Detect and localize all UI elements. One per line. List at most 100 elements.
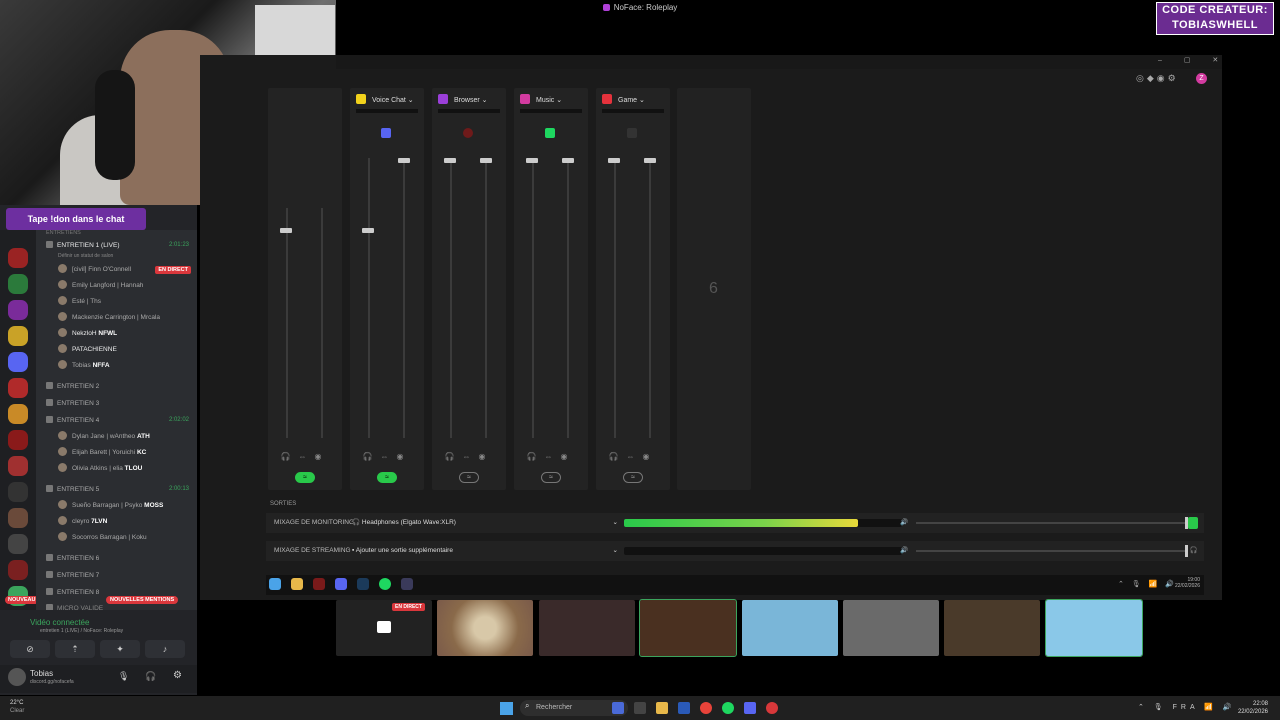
stream-fader[interactable] xyxy=(403,158,405,438)
voice-user[interactable]: [civil] Finn O'Connell xyxy=(58,263,131,277)
server-icon[interactable] xyxy=(8,456,28,476)
screen-share-button[interactable]: ⇡ xyxy=(55,640,95,658)
window-controls[interactable]: – ▢ ✕ xyxy=(1158,56,1228,64)
weather-widget[interactable]: 22°C Clear xyxy=(10,699,24,715)
fader-knob[interactable] xyxy=(608,158,620,163)
camera-off-button[interactable]: ⊘ xyxy=(10,640,50,658)
channel-header[interactable]: Game ⌄ xyxy=(602,94,645,104)
server-icon[interactable] xyxy=(8,326,28,346)
widget-icon[interactable] xyxy=(612,702,624,714)
voice-user[interactable]: cleyro 7LVN xyxy=(58,515,107,529)
channel-entretien-2[interactable]: ENTRETIEN 2 xyxy=(46,380,99,394)
windows-start-icon[interactable] xyxy=(269,578,281,590)
voice-user[interactable]: Sueño Barragan | Psyko MOSS xyxy=(58,499,163,513)
server-icon[interactable] xyxy=(8,430,28,450)
server-icon[interactable] xyxy=(8,560,28,580)
fader-knob[interactable] xyxy=(526,158,538,163)
stream-fader[interactable] xyxy=(649,158,651,438)
fader-knob[interactable] xyxy=(480,158,492,163)
voice-user[interactable]: Dylan Jane | wAntheo ATH xyxy=(58,430,150,444)
chrome-icon[interactable] xyxy=(700,702,712,714)
video-tile[interactable] xyxy=(539,600,635,656)
fader-knob[interactable] xyxy=(644,158,656,163)
channel-entretien-4[interactable]: ENTRETIEN 4 xyxy=(46,414,99,428)
file-explorer-icon[interactable] xyxy=(656,702,668,714)
server-icon[interactable] xyxy=(8,404,28,424)
server-icon[interactable] xyxy=(8,482,28,502)
slider-handle[interactable] xyxy=(1185,545,1188,557)
voice-user[interactable]: Elijah Barett | Yoruichi KC xyxy=(58,446,146,460)
discord-icon[interactable] xyxy=(335,578,347,590)
task-view-icon[interactable] xyxy=(634,702,646,714)
voice-user[interactable]: Esté | Ths xyxy=(58,295,101,309)
microphone-icon[interactable]: 🎙 xyxy=(118,671,129,682)
activities-button[interactable]: ✦ xyxy=(100,640,140,658)
channel-controls[interactable]: 🎧⇔◉ xyxy=(268,452,342,461)
mute-toggle[interactable]: ≈ xyxy=(377,472,397,483)
monitor-device-select[interactable]: 🎧 Headphones (Elgato Wave:XLR) ⌄ xyxy=(352,513,622,533)
channel-entretien-6[interactable]: ENTRETIEN 6 xyxy=(46,552,99,566)
fader-knob[interactable] xyxy=(444,158,456,163)
channel-entretien-3[interactable]: ENTRETIEN 3 xyxy=(46,397,99,411)
voice-user[interactable]: NekzloH NFWL xyxy=(58,327,117,341)
server-icon[interactable] xyxy=(8,300,28,320)
volume-icon[interactable]: 🔊 xyxy=(900,541,908,561)
spotify-icon[interactable] xyxy=(722,702,734,714)
video-tile[interactable] xyxy=(1045,599,1143,657)
voice-channel-label[interactable]: entretien 1 (LIVE) / NoFace: Roleplay xyxy=(40,628,123,634)
monitor-volume-slider[interactable] xyxy=(916,517,1188,529)
file-explorer-icon[interactable] xyxy=(291,578,303,590)
channel-header[interactable]: Voice Chat ⌄ xyxy=(356,94,414,104)
monitor-fader[interactable] xyxy=(368,158,370,438)
server-icon[interactable] xyxy=(8,352,28,372)
mute-toggle[interactable]: ≈ xyxy=(541,472,561,483)
voice-user[interactable]: Tobias NFFA xyxy=(58,359,110,373)
video-tile[interactable] xyxy=(944,600,1040,656)
system-tray[interactable]: ⌃ 🎙 FRA 📶 🔊 xyxy=(1138,703,1236,711)
fader-knob[interactable] xyxy=(398,158,410,163)
avatar[interactable] xyxy=(8,668,26,686)
monitor-fader[interactable] xyxy=(532,158,534,438)
server-icon[interactable] xyxy=(8,534,28,554)
voice-user[interactable]: Olivia Atkins | elia TLOU xyxy=(58,462,142,476)
mute-toggle[interactable]: ≈ xyxy=(623,472,643,483)
channel-controls[interactable]: 🎧⇔◉ xyxy=(514,452,588,461)
stream-volume-slider[interactable] xyxy=(916,545,1188,557)
windows-start-icon[interactable] xyxy=(500,702,513,715)
channel-header[interactable]: Browser ⌄ xyxy=(438,94,488,104)
headphones-icon[interactable]: 🎧 xyxy=(145,671,156,682)
taskbar-clock[interactable]: 22:08 22/02/2026 xyxy=(1238,700,1268,716)
app-icon[interactable] xyxy=(766,702,778,714)
new-mentions-badge[interactable]: NOUVELLES MENTIONS xyxy=(106,596,179,604)
mute-toggle[interactable]: ≈ xyxy=(295,472,315,483)
channel-entretien-5[interactable]: ENTRETIEN 5 xyxy=(46,483,99,497)
gear-icon[interactable]: ⚙ xyxy=(173,670,182,681)
fader-knob[interactable] xyxy=(362,228,374,233)
wave-link-icon[interactable] xyxy=(401,578,413,590)
mute-toggle[interactable]: ≈ xyxy=(459,472,479,483)
spotify-icon[interactable] xyxy=(379,578,391,590)
stream-fader[interactable] xyxy=(321,208,323,438)
channel-controls[interactable]: 🎧⇔◉ xyxy=(350,452,424,461)
channel-controls[interactable]: 🎧⇔◉ xyxy=(432,452,506,461)
store-icon[interactable] xyxy=(678,702,690,714)
voice-user[interactable]: Mackenzie Carrington | Mrcala xyxy=(58,311,160,325)
monitor-fader[interactable] xyxy=(286,208,288,438)
server-icon[interactable] xyxy=(8,378,28,398)
server-icon[interactable] xyxy=(8,248,28,268)
channel-header[interactable]: Music ⌄ xyxy=(520,94,562,104)
video-tile[interactable] xyxy=(639,599,737,657)
opera-icon[interactable] xyxy=(313,578,325,590)
video-tile[interactable] xyxy=(742,600,838,656)
voice-user[interactable]: Emily Langford | Hannah xyxy=(58,279,143,293)
stream-device-select[interactable]: ▪ Ajouter une sortie supplémentaire ⌄ xyxy=(352,541,622,561)
server-icon[interactable] xyxy=(8,508,28,528)
server-icon[interactable] xyxy=(8,274,28,294)
fader-knob[interactable] xyxy=(562,158,574,163)
voice-user[interactable]: Socorros Barragan | Koku xyxy=(58,531,147,545)
fader-knob[interactable] xyxy=(280,228,292,233)
stream-fader[interactable] xyxy=(485,158,487,438)
channel-entretien-7[interactable]: ENTRETIEN 7 xyxy=(46,569,99,583)
headphones-icon[interactable]: 🎧 xyxy=(1190,541,1198,561)
stream-fader[interactable] xyxy=(567,158,569,438)
